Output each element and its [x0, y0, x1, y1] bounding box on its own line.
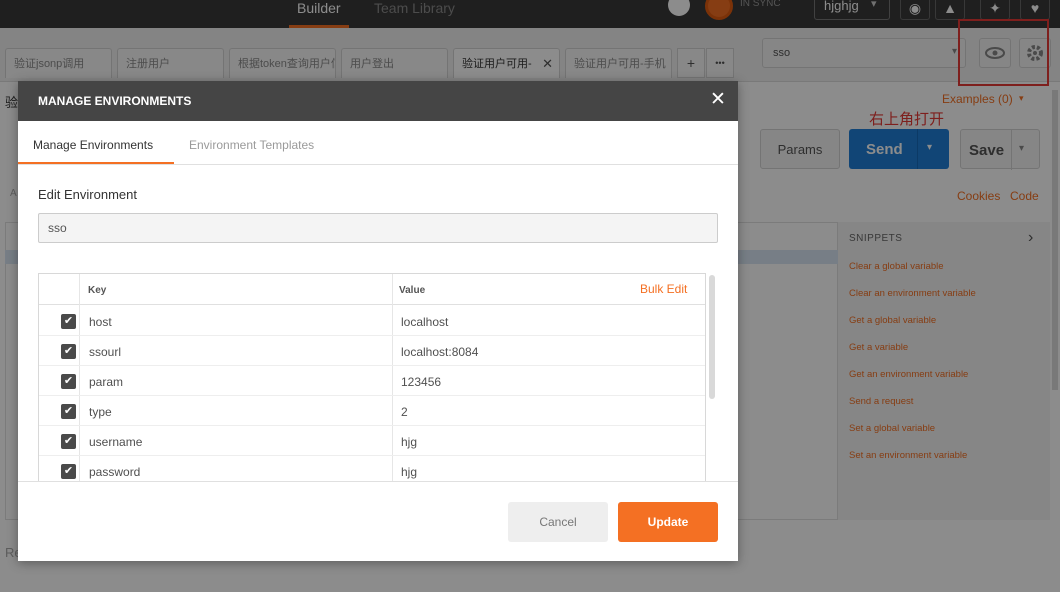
- modal-tabs: Manage Environments Environment Template…: [18, 121, 738, 165]
- row-enabled-checkbox[interactable]: ✔: [61, 434, 76, 449]
- close-icon[interactable]: ✕: [708, 90, 728, 110]
- modal-header: MANAGE ENVIRONMENTS ✕: [18, 81, 738, 121]
- tab-environment-templates[interactable]: Environment Templates: [189, 138, 314, 152]
- table-row: ✔ password hjg: [39, 456, 705, 481]
- variable-key[interactable]: host: [89, 315, 112, 329]
- edit-environment-label: Edit Environment: [38, 187, 137, 202]
- row-enabled-checkbox[interactable]: ✔: [61, 374, 76, 389]
- table-scrollbar[interactable]: [709, 275, 715, 399]
- variable-key[interactable]: password: [89, 465, 140, 479]
- cancel-button[interactable]: Cancel: [508, 502, 608, 542]
- table-row: ✔ type 2: [39, 396, 705, 426]
- manage-environments-modal: MANAGE ENVIRONMENTS ✕ Manage Environment…: [18, 81, 738, 561]
- variable-key[interactable]: ssourl: [89, 345, 121, 359]
- variable-value[interactable]: localhost: [401, 315, 448, 329]
- row-enabled-checkbox[interactable]: ✔: [61, 404, 76, 419]
- table-row: ✔ username hjg: [39, 426, 705, 456]
- active-tab-indicator: [18, 162, 174, 164]
- update-button[interactable]: Update: [618, 502, 718, 542]
- variable-value[interactable]: 123456: [401, 375, 441, 389]
- table-row: ✔ param 123456: [39, 366, 705, 396]
- variable-key[interactable]: param: [89, 375, 123, 389]
- modal-footer: Cancel Update: [18, 481, 738, 561]
- row-enabled-checkbox[interactable]: ✔: [61, 314, 76, 329]
- variable-value[interactable]: localhost:8084: [401, 345, 478, 359]
- bulk-edit-link[interactable]: Bulk Edit: [640, 282, 687, 296]
- variable-key[interactable]: type: [89, 405, 112, 419]
- row-enabled-checkbox[interactable]: ✔: [61, 344, 76, 359]
- table-row: ✔ ssourl localhost:8084: [39, 336, 705, 366]
- environment-name-input[interactable]: [38, 213, 718, 243]
- variables-table: Key Value Bulk Edit ✔ host localhost ✔ s…: [38, 273, 706, 481]
- row-enabled-checkbox[interactable]: ✔: [61, 464, 76, 479]
- variable-value[interactable]: 2: [401, 405, 408, 419]
- value-column-header: Value: [399, 285, 426, 296]
- table-header: Key Value Bulk Edit: [39, 274, 705, 305]
- tab-manage-environments[interactable]: Manage Environments: [33, 138, 153, 152]
- variable-key[interactable]: username: [89, 435, 142, 449]
- variable-value[interactable]: hjg: [401, 435, 417, 449]
- key-column-header: Key: [88, 285, 107, 296]
- table-row: ✔ host localhost: [39, 306, 705, 336]
- variable-value[interactable]: hjg: [401, 465, 417, 479]
- modal-title: MANAGE ENVIRONMENTS: [38, 94, 192, 108]
